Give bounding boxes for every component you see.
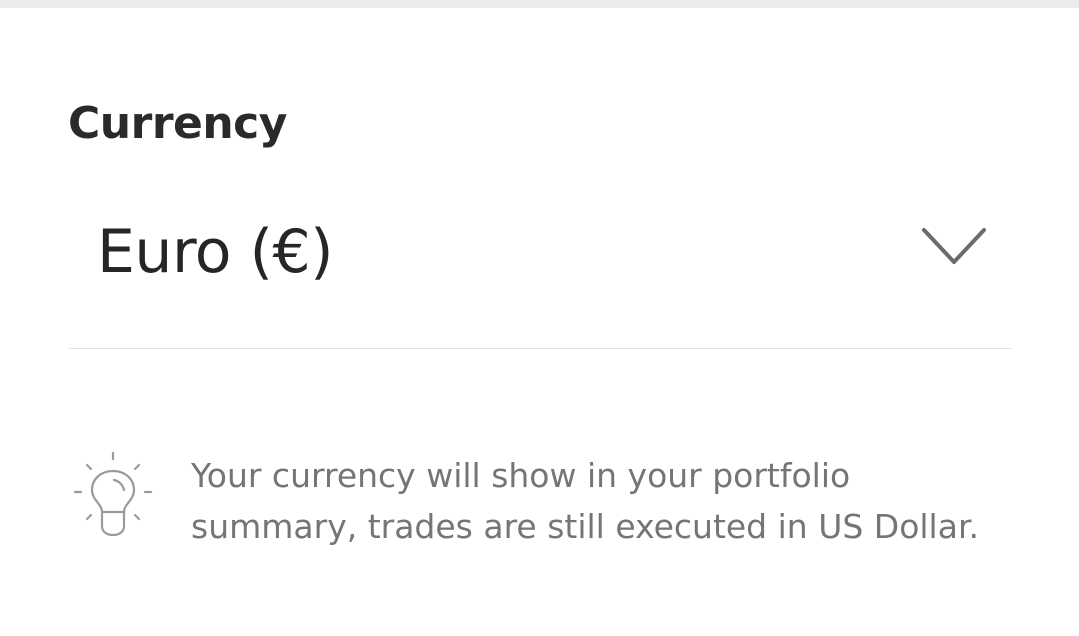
chevron-down-icon — [922, 228, 986, 264]
top-divider-bar — [0, 0, 1079, 8]
lightbulb-icon — [73, 451, 153, 536]
currency-section-title: Currency — [68, 98, 287, 149]
hint-text: Your currency will show in your portfoli… — [191, 456, 979, 546]
currency-dropdown[interactable]: Euro (€) — [69, 196, 1012, 349]
currency-selected-value: Euro (€) — [97, 217, 334, 287]
currency-hint: Your currency will show in your portfoli… — [72, 448, 1012, 558]
